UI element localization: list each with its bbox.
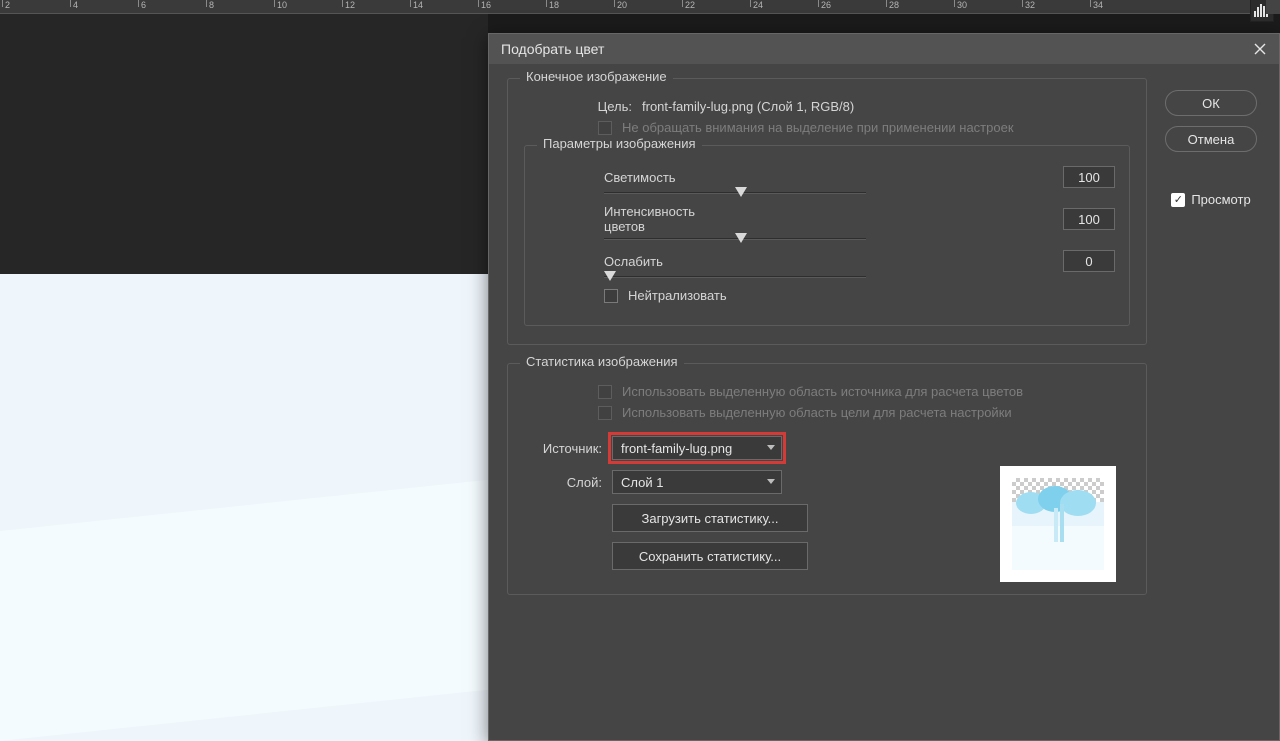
fade-input[interactable] bbox=[1063, 250, 1115, 272]
target-value: front-family-lug.png (Слой 1, RGB/8) bbox=[642, 99, 854, 114]
layer-select-value: Слой 1 bbox=[621, 475, 663, 490]
ruler-tick: 20 bbox=[614, 0, 627, 7]
chevron-down-icon bbox=[767, 445, 775, 450]
layer-select[interactable]: Слой 1 bbox=[612, 470, 782, 494]
horizontal-ruler: 246810121416182022242628303234 bbox=[0, 0, 1280, 14]
ok-button[interactable]: ОК bbox=[1165, 90, 1257, 116]
luminance-label: Светимость bbox=[539, 170, 739, 185]
close-icon[interactable] bbox=[1249, 38, 1271, 60]
source-label: Источник: bbox=[524, 441, 602, 456]
source-thumbnail bbox=[1000, 466, 1116, 582]
use-source-selection-checkbox bbox=[598, 385, 612, 399]
luminance-input[interactable] bbox=[1063, 166, 1115, 188]
neutralize-label: Нейтрализовать bbox=[628, 288, 727, 303]
source-select[interactable]: front-family-lug.png bbox=[612, 436, 782, 460]
load-statistics-button[interactable]: Загрузить статистику... bbox=[612, 504, 808, 532]
cancel-button[interactable]: Отмена bbox=[1165, 126, 1257, 152]
preview-label: Просмотр bbox=[1191, 192, 1250, 207]
ruler-tick: 4 bbox=[70, 0, 78, 7]
destination-image-group: Конечное изображение Цель: front-family-… bbox=[507, 78, 1147, 345]
intensity-label: Интенсивность цветов bbox=[539, 204, 739, 234]
ruler-tick: 10 bbox=[274, 0, 287, 7]
intensity-slider[interactable] bbox=[604, 238, 866, 240]
ruler-tick: 6 bbox=[138, 0, 146, 7]
ignore-selection-label: Не обращать внимания на выделение при пр… bbox=[622, 120, 1014, 135]
ruler-tick: 24 bbox=[750, 0, 763, 7]
ignore-selection-checkbox bbox=[598, 121, 612, 135]
dialog-title: Подобрать цвет bbox=[501, 41, 604, 57]
use-source-selection-label: Использовать выделенную область источник… bbox=[622, 384, 1023, 399]
fade-slider[interactable] bbox=[604, 276, 866, 278]
ruler-tick: 18 bbox=[546, 0, 559, 7]
intensity-input[interactable] bbox=[1063, 208, 1115, 230]
ruler-tick: 26 bbox=[818, 0, 831, 7]
preview-checkbox[interactable]: ✓ bbox=[1171, 193, 1185, 207]
save-statistics-button[interactable]: Сохранить статистику... bbox=[612, 542, 808, 570]
ruler-tick: 28 bbox=[886, 0, 899, 7]
source-select-value: front-family-lug.png bbox=[621, 441, 732, 456]
document-canvas-area bbox=[0, 14, 488, 741]
fade-label: Ослабить bbox=[539, 254, 739, 269]
chevron-down-icon bbox=[767, 479, 775, 484]
image-statistics-legend: Статистика изображения bbox=[520, 354, 684, 369]
dialog-titlebar[interactable]: Подобрать цвет bbox=[489, 34, 1279, 64]
ruler-tick: 34 bbox=[1090, 0, 1103, 7]
ruler-tick: 32 bbox=[1022, 0, 1035, 7]
ruler-tick: 16 bbox=[478, 0, 491, 7]
use-target-selection-label: Использовать выделенную область цели для… bbox=[622, 405, 1012, 420]
use-target-selection-checkbox bbox=[598, 406, 612, 420]
match-color-dialog: Подобрать цвет Конечное изображение Цель… bbox=[488, 33, 1280, 741]
destination-legend: Конечное изображение bbox=[520, 69, 673, 84]
target-label: Цель: bbox=[554, 99, 632, 114]
image-options-legend: Параметры изображения bbox=[537, 136, 702, 151]
neutralize-checkbox[interactable] bbox=[604, 289, 618, 303]
ruler-tick: 30 bbox=[954, 0, 967, 7]
ruler-scroll-up[interactable] bbox=[1266, 0, 1280, 14]
luminance-slider[interactable] bbox=[604, 192, 866, 194]
ruler-tick: 22 bbox=[682, 0, 695, 7]
ruler-tick: 2 bbox=[2, 0, 10, 7]
ruler-tick: 14 bbox=[410, 0, 423, 7]
image-options-group: Параметры изображения Светимость Интенси… bbox=[524, 145, 1130, 326]
image-statistics-group: Статистика изображения Использовать выде… bbox=[507, 363, 1147, 595]
ruler-tick: 12 bbox=[342, 0, 355, 7]
layer-label: Слой: bbox=[524, 475, 602, 490]
ruler-tick: 8 bbox=[206, 0, 214, 7]
